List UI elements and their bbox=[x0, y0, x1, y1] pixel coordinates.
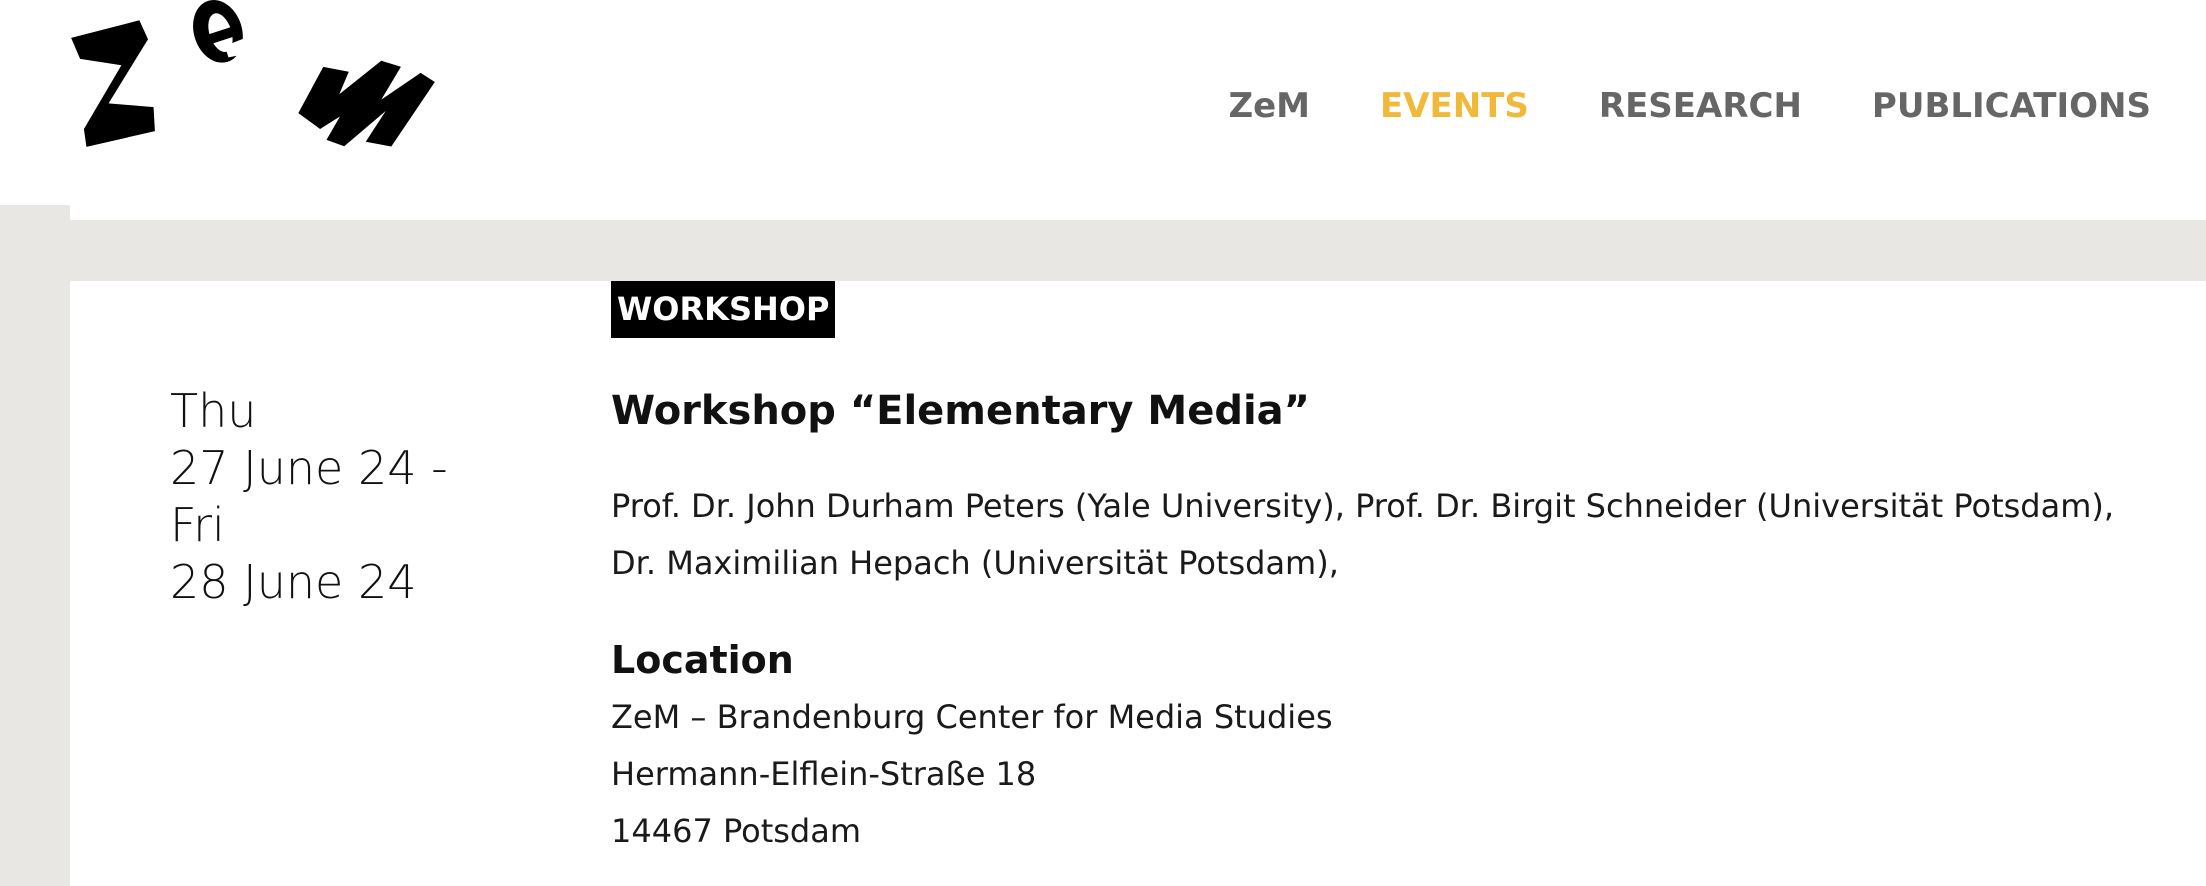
location-heading: Location bbox=[611, 638, 794, 682]
date-start-weekday: Thu bbox=[170, 384, 257, 438]
nav-item-research[interactable]: RESEARCH bbox=[1599, 86, 1802, 126]
page: ZeM EVENTS RESEARCH PUBLICATIONS Thu 27 … bbox=[0, 0, 2206, 886]
nav-item-events[interactable]: EVENTS bbox=[1380, 86, 1529, 126]
zem-logo-icon bbox=[71, 0, 435, 147]
site-header: ZeM EVENTS RESEARCH PUBLICATIONS bbox=[0, 0, 2206, 205]
frame-top-border bbox=[70, 220, 2206, 281]
event-date: Thu 27 June 24 - Fri 28 June 24 bbox=[170, 383, 448, 611]
event-content: Thu 27 June 24 - Fri 28 June 24 WORKSHOP… bbox=[70, 281, 2206, 886]
date-end-day: 28 June 24 bbox=[170, 555, 417, 609]
event-speakers: Prof. Dr. John Durham Peters (Yale Unive… bbox=[611, 487, 2115, 582]
address-line-city: 14467 Potsdam bbox=[611, 812, 862, 850]
address-line-venue: ZeM – Brandenburg Center for Media Studi… bbox=[611, 698, 1333, 736]
nav-item-publications[interactable]: PUBLICATIONS bbox=[1872, 86, 2151, 126]
zem-logo-link[interactable] bbox=[60, 0, 480, 190]
main-nav: ZeM EVENTS RESEARCH PUBLICATIONS bbox=[1228, 86, 2151, 126]
nav-item-zem[interactable]: ZeM bbox=[1228, 86, 1310, 126]
address-line-street: Hermann-Elflein-Straße 18 bbox=[611, 755, 1037, 793]
date-end-weekday: Fri bbox=[170, 498, 225, 552]
event-title: Workshop “Elementary Media” bbox=[611, 388, 1310, 434]
date-start-day: 27 June 24 - bbox=[170, 441, 448, 495]
location-address: ZeM – Brandenburg Center for Media Studi… bbox=[611, 689, 1333, 860]
category-badge[interactable]: WORKSHOP bbox=[611, 281, 836, 338]
frame-left-border bbox=[0, 205, 70, 886]
